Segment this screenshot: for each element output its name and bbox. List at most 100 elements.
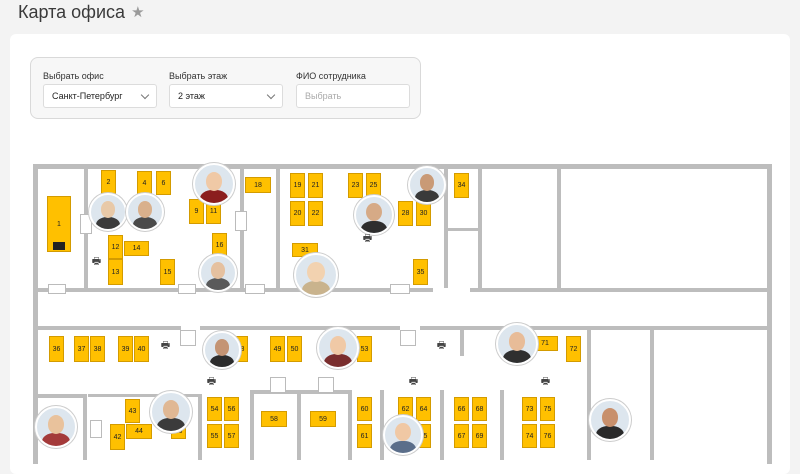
desk-23[interactable]: 23 xyxy=(348,173,363,198)
avatar-head xyxy=(137,201,153,219)
desk-18[interactable]: 18 xyxy=(245,177,271,193)
printer-icon: 🖶 xyxy=(436,340,447,351)
avatar[interactable] xyxy=(35,406,77,448)
avatar[interactable] xyxy=(383,415,423,455)
desk-4[interactable]: 4 xyxy=(137,171,152,195)
wall xyxy=(198,394,202,460)
page-title: Карта офиса xyxy=(18,1,126,22)
star-icon[interactable]: ★ xyxy=(131,3,144,21)
desk-44[interactable]: 44 xyxy=(126,424,152,439)
wall xyxy=(420,326,650,330)
desk-61[interactable]: 61 xyxy=(357,424,372,448)
desk-20[interactable]: 20 xyxy=(290,201,305,226)
desk-12[interactable]: 12 xyxy=(108,235,123,259)
desk-39[interactable]: 39 xyxy=(118,336,133,362)
avatar-head xyxy=(419,174,435,192)
desk-6[interactable]: 6 xyxy=(156,171,171,195)
desk-42[interactable]: 42 xyxy=(110,424,125,450)
avatar[interactable] xyxy=(589,399,631,441)
desk-21[interactable]: 21 xyxy=(308,173,323,198)
wall xyxy=(460,330,464,356)
avatar[interactable] xyxy=(199,254,237,292)
desk-40[interactable]: 40 xyxy=(134,336,149,362)
avatar-head xyxy=(601,407,619,427)
employee-input-placeholder: Выбрать xyxy=(305,91,342,101)
desk-58[interactable]: 58 xyxy=(261,411,287,427)
chevron-down-icon xyxy=(266,90,276,100)
desk-73[interactable]: 73 xyxy=(522,397,537,421)
desk-68[interactable]: 68 xyxy=(472,397,487,421)
printer-icon: 🖶 xyxy=(540,376,551,387)
avatar-body xyxy=(205,278,231,290)
desk-36[interactable]: 36 xyxy=(49,336,64,362)
avatar-head xyxy=(162,399,180,419)
desk-43[interactable]: 43 xyxy=(125,399,140,423)
desk-74[interactable]: 74 xyxy=(522,424,537,448)
monitor-icon xyxy=(53,242,65,250)
door-icon xyxy=(90,420,102,438)
avatar-body xyxy=(390,440,416,453)
desk-55[interactable]: 55 xyxy=(207,424,222,448)
employee-search-input[interactable]: Выбрать xyxy=(296,84,410,108)
wall xyxy=(587,330,591,460)
avatar[interactable] xyxy=(294,253,338,297)
avatar[interactable] xyxy=(126,193,164,231)
printer-icon: 🖶 xyxy=(91,256,102,267)
desk-2[interactable]: 2 xyxy=(101,170,116,194)
avatar-body xyxy=(95,217,121,229)
desk-34[interactable]: 34 xyxy=(454,173,469,198)
avatar[interactable] xyxy=(150,391,192,433)
avatar-head xyxy=(100,201,116,219)
avatar[interactable] xyxy=(496,323,538,365)
wall xyxy=(500,390,504,460)
desk-38[interactable]: 38 xyxy=(90,336,105,362)
office-select[interactable]: Санкт-Петербург xyxy=(43,84,157,108)
avatar[interactable] xyxy=(193,163,235,205)
avatar[interactable] xyxy=(89,193,127,231)
desk-67[interactable]: 67 xyxy=(454,424,469,448)
desk-54[interactable]: 54 xyxy=(207,397,222,421)
printer-icon: 🖶 xyxy=(206,376,217,387)
desk-59[interactable]: 59 xyxy=(310,411,336,427)
desk-22[interactable]: 22 xyxy=(308,201,323,226)
desk-72[interactable]: 72 xyxy=(566,336,581,362)
desk-49[interactable]: 49 xyxy=(270,336,285,362)
wall xyxy=(83,394,87,460)
desk-76[interactable]: 76 xyxy=(540,424,555,448)
printer-icon: 🖶 xyxy=(362,233,373,244)
desk-28[interactable]: 28 xyxy=(398,201,413,226)
avatar[interactable] xyxy=(203,331,241,369)
avatar-body xyxy=(132,217,158,229)
desk-64[interactable]: 64 xyxy=(416,397,431,421)
desk-30[interactable]: 30 xyxy=(416,201,431,226)
avatar[interactable] xyxy=(317,327,359,369)
desk-69[interactable]: 69 xyxy=(472,424,487,448)
desk-14[interactable]: 14 xyxy=(124,241,149,256)
desk-56[interactable]: 56 xyxy=(224,397,239,421)
floor-select[interactable]: 2 этаж xyxy=(169,84,283,108)
desk-50[interactable]: 50 xyxy=(287,336,302,362)
desk-13[interactable]: 13 xyxy=(108,259,123,285)
avatar-body xyxy=(157,418,185,431)
avatar-body xyxy=(503,350,531,363)
avatar[interactable] xyxy=(354,195,394,235)
desk-60[interactable]: 60 xyxy=(357,397,372,421)
avatar-head xyxy=(210,262,226,280)
desk-66[interactable]: 66 xyxy=(454,397,469,421)
desk-75[interactable]: 75 xyxy=(540,397,555,421)
desk-53[interactable]: 53 xyxy=(357,336,372,362)
desk-57[interactable]: 57 xyxy=(224,424,239,448)
avatar-head xyxy=(366,203,382,222)
desk-35[interactable]: 35 xyxy=(413,259,428,285)
desk-19[interactable]: 19 xyxy=(290,173,305,198)
avatar[interactable] xyxy=(408,166,446,204)
avatar-body xyxy=(209,355,235,367)
avatar-body xyxy=(324,354,352,367)
wall xyxy=(650,330,654,460)
desk-37[interactable]: 37 xyxy=(74,336,89,362)
wall xyxy=(348,390,352,460)
wall xyxy=(470,288,772,292)
desk-15[interactable]: 15 xyxy=(160,259,175,285)
wall xyxy=(297,390,301,460)
wall xyxy=(250,390,254,460)
